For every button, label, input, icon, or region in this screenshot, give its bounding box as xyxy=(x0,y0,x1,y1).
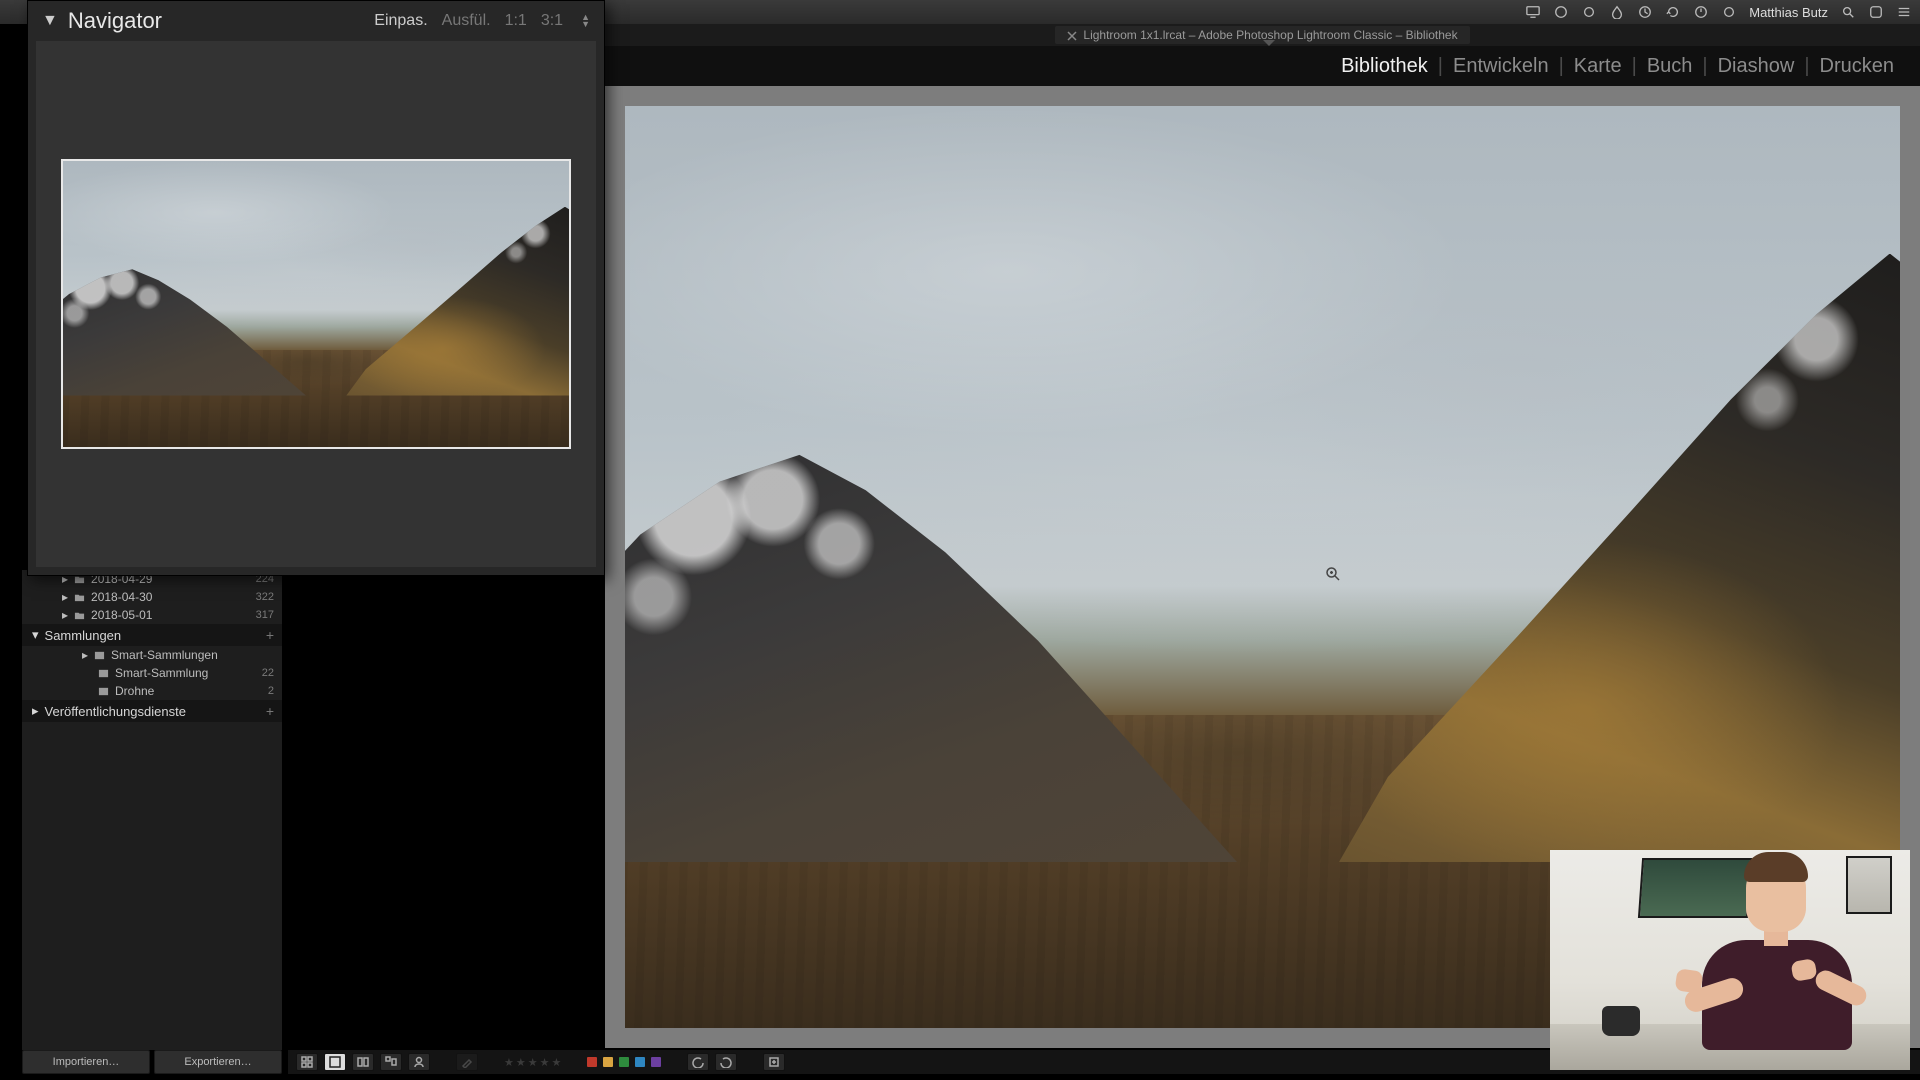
collection-count: 2 xyxy=(268,685,274,697)
color-label-purple[interactable] xyxy=(651,1057,661,1067)
import-export-bar: Importieren… Exportieren… xyxy=(22,1050,282,1074)
module-entwickeln[interactable]: Entwickeln xyxy=(1445,55,1557,78)
webcam-overlay xyxy=(1550,850,1910,1070)
collection-item[interactable]: ▸ Smart-Sammlungen xyxy=(22,646,282,664)
sync-overlay-button[interactable] xyxy=(763,1053,785,1071)
folder-icon xyxy=(74,592,85,603)
chevron-right-icon: ▸ xyxy=(32,703,39,719)
chevron-down-icon: ▾ xyxy=(32,627,39,643)
smart-collection-icon xyxy=(94,650,105,661)
cloud-icon[interactable] xyxy=(1581,4,1597,20)
add-collection-icon[interactable]: + xyxy=(266,627,274,643)
spotlight-icon[interactable] xyxy=(1840,4,1856,20)
publish-header[interactable]: ▸ Veröffentlichungsdienste + xyxy=(22,700,282,722)
color-label-red[interactable] xyxy=(587,1057,597,1067)
folder-name: 2018-05-01 xyxy=(91,608,152,622)
power-icon[interactable] xyxy=(1693,4,1709,20)
mac-user-name[interactable]: Matthias Butz xyxy=(1749,5,1828,20)
zoom-ratio[interactable]: 3:1 xyxy=(541,12,563,30)
refresh-icon[interactable] xyxy=(1665,4,1681,20)
painter-tool-button[interactable] xyxy=(456,1053,478,1071)
folder-row[interactable]: ▸ 2018-04-30 322 xyxy=(22,588,282,606)
navigator-body[interactable] xyxy=(36,41,596,567)
folder-name: 2018-04-30 xyxy=(91,590,152,604)
chevron-right-icon: ▸ xyxy=(62,608,68,622)
publish-title: Veröffentlichungsdienste xyxy=(45,704,186,719)
module-diashow[interactable]: Diashow xyxy=(1710,55,1803,78)
module-picker: Bibliothek| Entwickeln| Karte| Buch| Dia… xyxy=(605,46,1920,86)
collection-name: Smart-Sammlungen xyxy=(111,648,218,662)
color-label-green[interactable] xyxy=(619,1057,629,1067)
siri-icon[interactable] xyxy=(1868,4,1884,20)
collection-count: 22 xyxy=(262,667,274,679)
smart-collection-icon xyxy=(98,668,109,679)
compare-view-button[interactable] xyxy=(352,1053,374,1071)
chevron-right-icon: ▸ xyxy=(62,590,68,604)
module-bibliothek[interactable]: Bibliothek xyxy=(1333,55,1436,78)
navigator-thumbnail[interactable] xyxy=(61,159,571,449)
folder-row[interactable]: ▸ 2018-05-01 317 xyxy=(22,606,282,624)
import-button[interactable]: Importieren… xyxy=(22,1050,150,1074)
module-buch[interactable]: Buch xyxy=(1639,55,1701,78)
navigator-header[interactable]: ▼ Navigator Einpas. Ausfül. 1:1 3:1 ▲▼ xyxy=(28,1,604,41)
left-panel: ▸ 2018-04-29 224 ▸ 2018-04-30 322 ▸ 2018… xyxy=(22,570,282,1050)
clock-icon[interactable] xyxy=(1637,4,1653,20)
navigator-panel: ▼ Navigator Einpas. Ausfül. 1:1 3:1 ▲▼ xyxy=(27,0,605,576)
module-karte[interactable]: Karte xyxy=(1566,55,1630,78)
chevron-down-icon: ▼ xyxy=(42,12,58,30)
zoom-fill[interactable]: Ausfül. xyxy=(442,12,491,30)
rating-stars[interactable]: ★★★★★ xyxy=(504,1056,561,1069)
sync-icon[interactable] xyxy=(1553,4,1569,20)
collection-name: Drohne xyxy=(115,684,154,698)
grid-view-button[interactable] xyxy=(296,1053,318,1071)
rotate-ccw-button[interactable] xyxy=(687,1053,709,1071)
collection-item[interactable]: Drohne 2 xyxy=(22,682,282,700)
loupe-view-button[interactable] xyxy=(324,1053,346,1071)
close-icon[interactable] xyxy=(1067,30,1077,40)
zoom-stepper[interactable]: ▲▼ xyxy=(581,14,590,28)
zoom-1to1[interactable]: 1:1 xyxy=(505,12,527,30)
folder-icon xyxy=(74,610,85,621)
collection-item[interactable]: Smart-Sammlung 22 xyxy=(22,664,282,682)
chevron-down-icon[interactable] xyxy=(1263,40,1275,46)
collection-name: Smart-Sammlung xyxy=(115,666,208,680)
survey-view-button[interactable] xyxy=(380,1053,402,1071)
folder-count: 322 xyxy=(256,591,274,603)
chevron-right-icon: ▸ xyxy=(82,648,88,662)
zoom-fit[interactable]: Einpas. xyxy=(374,12,427,30)
drop-icon[interactable] xyxy=(1609,4,1625,20)
collection-icon xyxy=(98,686,109,697)
add-publish-icon[interactable]: + xyxy=(266,703,274,719)
export-button[interactable]: Exportieren… xyxy=(154,1050,282,1074)
rotate-cw-button[interactable] xyxy=(715,1053,737,1071)
display-icon[interactable] xyxy=(1525,4,1541,20)
navigator-title: Navigator xyxy=(68,8,162,34)
status-dot-icon[interactable] xyxy=(1721,4,1737,20)
folder-count: 317 xyxy=(256,609,274,621)
menu-icon[interactable] xyxy=(1896,4,1912,20)
collections-title: Sammlungen xyxy=(45,628,122,643)
color-label-yellow[interactable] xyxy=(603,1057,613,1067)
people-view-button[interactable] xyxy=(408,1053,430,1071)
collections-header[interactable]: ▾ Sammlungen + xyxy=(22,624,282,646)
color-label-blue[interactable] xyxy=(635,1057,645,1067)
module-drucken[interactable]: Drucken xyxy=(1812,55,1902,78)
